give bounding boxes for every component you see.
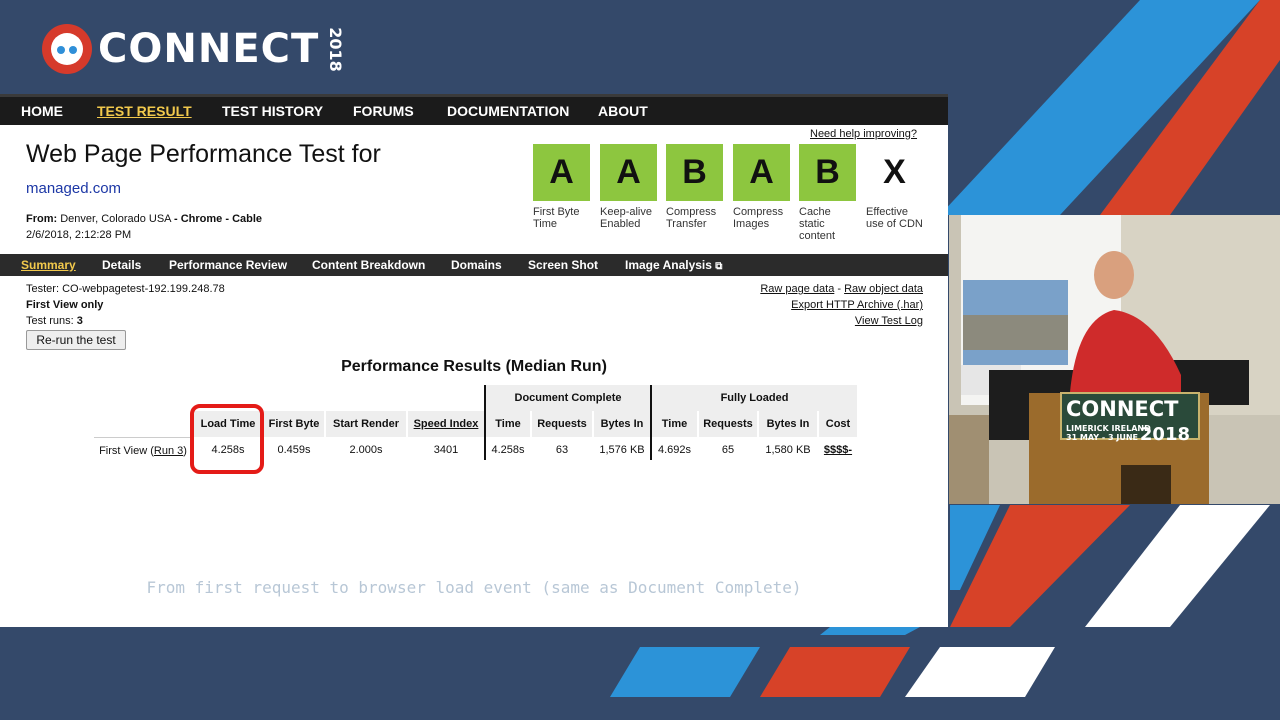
nav-test-result[interactable]: TEST RESULT	[97, 103, 192, 119]
raw-data-links: Raw page data - Raw object data	[760, 283, 923, 295]
table-divider	[650, 385, 652, 463]
grade-caption: Cache static content	[799, 206, 836, 242]
tested-site-link[interactable]: managed.com	[26, 180, 121, 197]
nav-about[interactable]: ABOUT	[598, 103, 648, 119]
view-info: First View only	[26, 299, 104, 311]
col-doc-bytes[interactable]: Bytes In	[594, 411, 650, 437]
conference-year: 2018	[326, 26, 346, 72]
nav-test-history[interactable]: TEST HISTORY	[222, 103, 323, 119]
grade-cache-static[interactable]: B	[799, 144, 856, 201]
grade-caption: Effective use of CDN	[866, 206, 923, 230]
grade-cdn[interactable]: X	[866, 144, 923, 201]
grade-compress-transfer[interactable]: B	[666, 144, 723, 201]
podium-year: 2018	[1139, 424, 1190, 445]
raw-object-data-link[interactable]: Raw object data	[844, 283, 923, 295]
run-3-link[interactable]: Run 3	[154, 445, 183, 457]
results-tabs: Summary Details Performance Review Conte…	[0, 254, 948, 276]
grade-caption: Compress Images	[733, 206, 784, 230]
podium-sign: CONNECT LIMERICK IRELAND 31 MAY - 3 JUNE…	[1066, 397, 1194, 445]
external-link-icon: ⧉	[715, 261, 723, 272]
tab-image-analysis[interactable]: Image Analysis ⧉	[625, 258, 722, 272]
group-document-complete: Document Complete	[486, 385, 650, 411]
raw-page-data-link[interactable]: Raw page data	[760, 283, 834, 295]
grade-first-byte[interactable]: A	[533, 144, 590, 201]
tab-content-breakdown[interactable]: Content Breakdown	[312, 258, 425, 272]
tab-domains[interactable]: Domains	[451, 258, 502, 272]
table-divider	[484, 385, 486, 463]
runs-info: Test runs: 3	[26, 315, 83, 327]
grade-caption: Keep-alive Enabled	[600, 206, 652, 230]
export-har-link[interactable]: Export HTTP Archive (.har)	[791, 299, 923, 311]
nav-documentation[interactable]: DOCUMENTATION	[447, 103, 569, 119]
load-time-highlight	[190, 404, 264, 474]
tab-details[interactable]: Details	[102, 258, 141, 272]
webpagetest-screen: HOME TEST RESULT TEST HISTORY FORUMS DOC…	[0, 94, 948, 627]
col-first-byte[interactable]: First Byte	[264, 411, 324, 437]
tab-summary[interactable]: Summary	[21, 258, 76, 272]
grade-compress-images[interactable]: A	[733, 144, 790, 201]
speaker-video: CONNECT LIMERICK IRELAND 31 MAY - 3 JUNE…	[949, 215, 1280, 504]
test-date: 2/6/2018, 2:12:28 PM	[26, 229, 132, 241]
col-start-render[interactable]: Start Render	[326, 411, 406, 437]
nav-forums[interactable]: FORUMS	[353, 103, 414, 119]
metric-description: From first request to browser load event…	[146, 578, 802, 597]
page-title: Web Page Performance Test for	[26, 140, 381, 168]
group-fully-loaded: Fully Loaded	[652, 385, 857, 411]
tester-info: Tester: CO-webpagetest-192.199.248.78	[26, 283, 225, 295]
help-improving-link[interactable]: Need help improving?	[810, 128, 917, 140]
results-title: Performance Results (Median Run)	[341, 358, 607, 375]
speaker-video-image	[949, 215, 1280, 504]
podium-brand: CONNECT	[1066, 397, 1179, 421]
connect-logo-icon	[42, 24, 92, 74]
rerun-test-button[interactable]: Re-run the test	[26, 330, 126, 350]
grade-caption: First Byte Time	[533, 206, 580, 230]
col-doc-time[interactable]: Time	[486, 411, 530, 437]
tab-screen-shot[interactable]: Screen Shot	[528, 258, 598, 272]
col-cost[interactable]: Cost	[819, 411, 857, 437]
tab-performance-review[interactable]: Performance Review	[169, 258, 287, 272]
top-navigation: HOME TEST RESULT TEST HISTORY FORUMS DOC…	[0, 94, 948, 125]
col-doc-requests[interactable]: Requests	[532, 411, 592, 437]
grade-caption: Compress Transfer	[666, 206, 717, 230]
test-location: From: Denver, Colorado USA - Chrome - Ca…	[26, 213, 263, 225]
col-full-bytes[interactable]: Bytes In	[759, 411, 817, 437]
grade-keep-alive[interactable]: A	[600, 144, 657, 201]
col-full-requests[interactable]: Requests	[699, 411, 757, 437]
conference-logo: CONNECT 2018	[42, 24, 358, 74]
conference-name: CONNECT	[98, 26, 320, 72]
view-test-log-link[interactable]: View Test Log	[855, 315, 923, 327]
page-cutoff	[0, 460, 948, 627]
col-full-time[interactable]: Time	[652, 411, 697, 437]
col-speed-index[interactable]: Speed Index	[408, 411, 484, 437]
nav-home[interactable]: HOME	[21, 103, 63, 119]
